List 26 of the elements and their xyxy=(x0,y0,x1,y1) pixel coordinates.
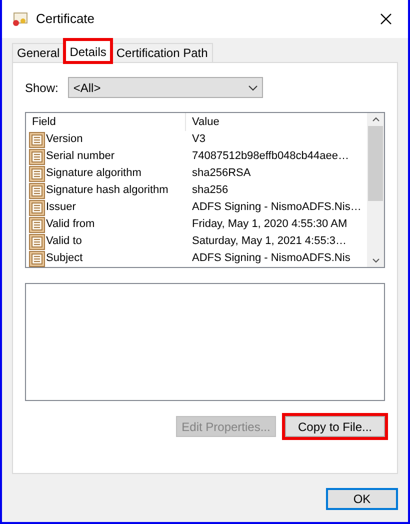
column-header[interactable]: Field xyxy=(26,113,186,131)
tab[interactable]: Details xyxy=(64,40,112,62)
field-name[interactable]: Signature hash algorithm xyxy=(46,182,168,199)
field-value: ADFS Signing - NismoADFS.Nis xyxy=(191,251,350,266)
window-title: Certificate xyxy=(36,10,96,28)
copy-to-file-button[interactable]: Copy to File... xyxy=(285,416,385,437)
field-name[interactable]: Issuer xyxy=(46,199,76,216)
show-dropdown[interactable]: <All> xyxy=(68,77,264,98)
column-header[interactable]: Value xyxy=(186,114,220,130)
tab[interactable]: Certification Path xyxy=(111,43,213,62)
field-value: ADFS Signing - NismoADFS.Nis… xyxy=(191,200,362,216)
field-value: sha256 xyxy=(191,183,228,198)
field-name[interactable]: Serial number xyxy=(46,148,114,165)
show-label: Show: xyxy=(25,80,58,96)
field-value: Friday, May 1, 2020 4:55:30 AM xyxy=(191,217,348,232)
field-value: sha256RSA xyxy=(191,166,251,182)
field-name[interactable]: Valid to xyxy=(46,233,82,250)
tab[interactable]: General xyxy=(12,43,65,62)
field-name[interactable]: Version xyxy=(46,131,83,148)
field-name[interactable]: Signature algorithm xyxy=(46,165,142,182)
field-name[interactable]: Subject xyxy=(46,250,83,267)
field-value: 74087512b98effb048cb44aee… xyxy=(191,149,350,164)
field-name[interactable]: Valid from xyxy=(46,216,95,233)
field-value: Saturday, May 1, 2021 4:55:3… xyxy=(191,234,346,250)
field-value: V3 xyxy=(191,132,206,148)
ok-button[interactable]: OK xyxy=(326,488,398,510)
